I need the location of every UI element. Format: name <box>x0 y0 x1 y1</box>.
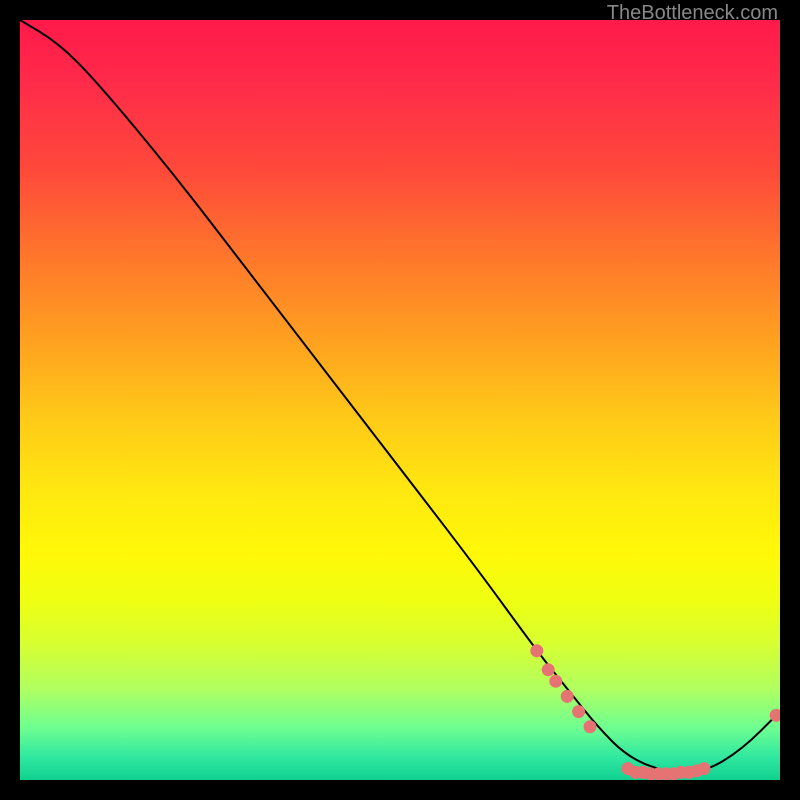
watermark-text: TheBottleneck.com <box>607 2 778 25</box>
plot-gradient-background <box>20 20 780 780</box>
chart-container: TheBottleneck.com <box>0 0 800 800</box>
